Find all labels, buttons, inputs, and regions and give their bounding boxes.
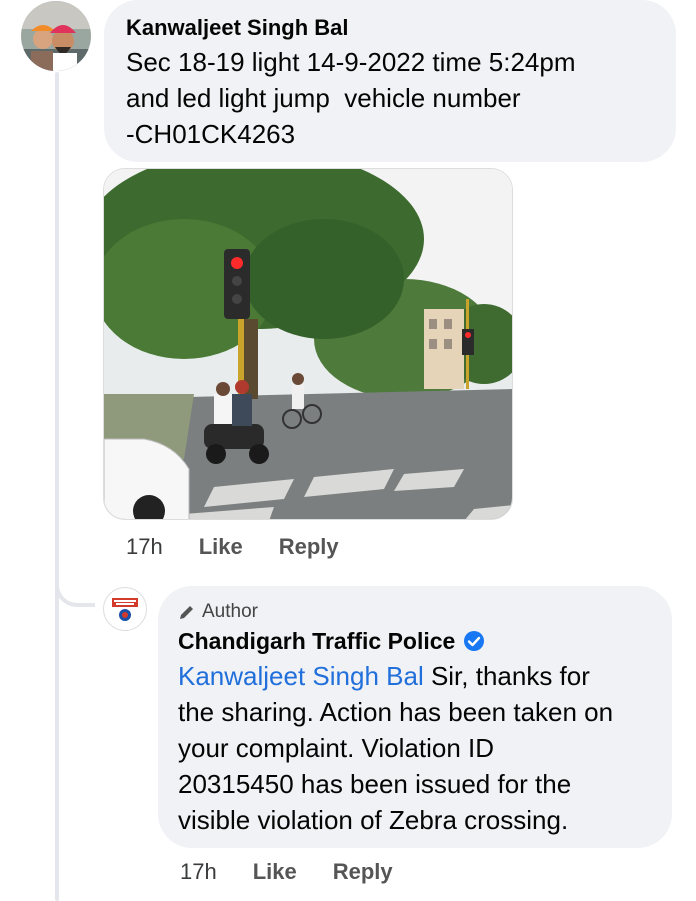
- verified-badge-icon: [464, 631, 485, 651]
- like-button[interactable]: Like: [199, 534, 243, 560]
- reply-author[interactable]: Chandigarh Traffic Police: [178, 626, 455, 656]
- thread-line: [55, 72, 59, 901]
- reply-text-first: Sir, thanks for: [423, 661, 590, 691]
- reply-reply-button[interactable]: Reply: [333, 859, 393, 885]
- comment-time[interactable]: 17h: [126, 534, 163, 560]
- author-tag-label: Author: [202, 601, 258, 622]
- reply-bubble: Author Chandigarh Traffic Police Kanwalj…: [158, 586, 672, 848]
- traffic-scene-image: [104, 169, 512, 519]
- comment-bubble: Kanwaljeet Singh Bal Sec 18-19 light 14-…: [104, 0, 676, 162]
- reply-time[interactable]: 17h: [180, 859, 217, 885]
- reply-line: Kanwaljeet Singh Bal Sir, thanks for: [178, 658, 652, 694]
- reply-actions: 17h Like Reply: [180, 859, 429, 885]
- reply-line: the sharing. Action has been taken on: [178, 697, 614, 727]
- author-tag: Author: [178, 600, 652, 624]
- reply-line: your complaint. Violation ID: [178, 733, 495, 763]
- police-logo-icon: [105, 589, 145, 629]
- comment-line: Sec 18-19 light 14-9-2022 time 5:24pm: [126, 47, 576, 77]
- user-avatar-photo: [21, 1, 91, 71]
- comment-author[interactable]: Kanwaljeet Singh Bal: [126, 14, 654, 42]
- comment-actions: 17h Like Reply: [126, 534, 375, 560]
- police-avatar[interactable]: [103, 587, 147, 631]
- comment-text: Sec 18-19 light 14-9-2022 time 5:24pm an…: [126, 44, 654, 152]
- reply-button[interactable]: Reply: [279, 534, 339, 560]
- reply-text: Kanwaljeet Singh Bal Sir, thanks for the…: [178, 658, 652, 838]
- mention-link[interactable]: Kanwaljeet Singh Bal: [178, 661, 424, 691]
- comment-line: -CH01CK4263: [126, 119, 296, 149]
- reply-line: visible violation of Zebra crossing.: [178, 805, 569, 835]
- reply-line: 20315450 has been issued for the: [178, 769, 572, 799]
- reply-like-button[interactable]: Like: [253, 859, 297, 885]
- reply-connector: [55, 555, 95, 607]
- pencil-icon: [180, 606, 193, 619]
- reply-author-row: Chandigarh Traffic Police: [178, 626, 652, 656]
- comment-photo[interactable]: [103, 168, 513, 520]
- user-avatar[interactable]: [21, 1, 91, 71]
- comment-line: and led light jump vehicle number: [126, 83, 521, 113]
